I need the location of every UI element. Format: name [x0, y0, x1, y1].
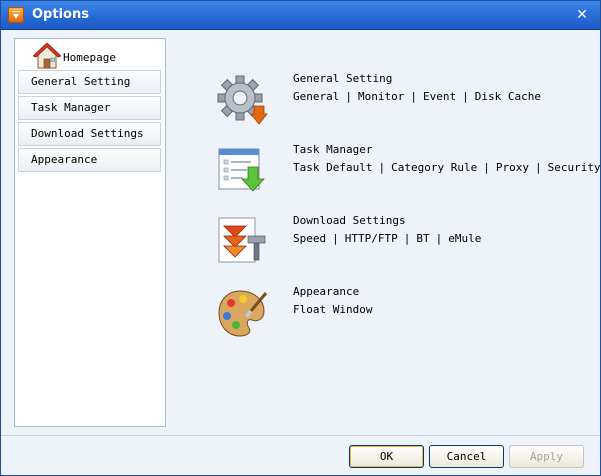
cancel-button[interactable]: Cancel [429, 445, 504, 468]
download-arrow-icon [218, 217, 266, 263]
section-title-task-manager[interactable]: Task Manager [293, 143, 372, 156]
section-links-download-settings: Speed | HTTP/FTP | BT | eMule [293, 232, 482, 245]
home-icon [33, 43, 61, 69]
link-security[interactable]: Security [548, 161, 601, 174]
link-event[interactable]: Event [423, 90, 456, 103]
task-list-icon [218, 148, 265, 192]
sidebar-item-task-manager[interactable]: Task Manager [18, 96, 161, 120]
palette-icon [218, 290, 268, 337]
ok-button[interactable]: OK [349, 445, 424, 468]
link-emule[interactable]: eMule [448, 232, 481, 245]
section-links-task-manager: Task Default | Category Rule | Proxy | Securit… [293, 161, 601, 174]
footer-divider [1, 435, 600, 436]
title-bar[interactable]: Options ✕ [1, 1, 600, 30]
section-title-download-settings[interactable]: Download Settings [293, 214, 406, 227]
section-appearance: Appearance Float Window [166, 285, 589, 345]
gear-icon [217, 75, 268, 125]
apply-button[interactable]: Apply [509, 445, 584, 468]
link-monitor[interactable]: Monitor [358, 90, 404, 103]
link-float-window[interactable]: Float Window [293, 303, 372, 316]
section-title-general-setting[interactable]: General Setting [293, 72, 392, 85]
link-proxy[interactable]: Proxy [496, 161, 529, 174]
options-window: Options ✕ Homepage General Setting Task … [0, 0, 601, 476]
download-app-icon [8, 7, 24, 23]
sidebar-item-download-settings[interactable]: Download Settings [18, 122, 161, 146]
section-task-manager: Task Manager Task Default | Category Rule |… [166, 143, 601, 203]
link-speed[interactable]: Speed [293, 232, 326, 245]
options-content: General Setting General | Monitor | Event | Di… [166, 38, 601, 427]
link-bt[interactable]: BT [416, 232, 429, 245]
link-general[interactable]: General [293, 90, 339, 103]
section-links-general-setting: General | Monitor | Event | Disk Cache [293, 90, 541, 103]
window-title: Options [32, 7, 89, 22]
section-links-appearance: Float Window [293, 303, 372, 316]
link-disk-cache[interactable]: Disk Cache [475, 90, 541, 103]
options-sidebar: Homepage General Setting Task Manager Do… [14, 38, 166, 427]
link-task-default[interactable]: Task Default [293, 161, 372, 174]
sidebar-item-appearance[interactable]: Appearance [18, 148, 161, 172]
section-title-appearance[interactable]: Appearance [293, 285, 359, 298]
close-icon[interactable]: ✕ [574, 7, 590, 23]
link-http-ftp[interactable]: HTTP/FTP [345, 232, 398, 245]
sidebar-item-label: Homepage [63, 51, 116, 64]
section-download-settings: Download Settings Speed | HTTP/FTP | BT | eMul… [166, 214, 589, 274]
section-general-setting: General Setting General | Monitor | Event | Di… [166, 72, 589, 132]
link-category-rule[interactable]: Category Rule [391, 161, 477, 174]
sidebar-item-general-setting[interactable]: General Setting [18, 70, 161, 94]
sidebar-item-homepage[interactable]: Homepage [19, 41, 161, 69]
